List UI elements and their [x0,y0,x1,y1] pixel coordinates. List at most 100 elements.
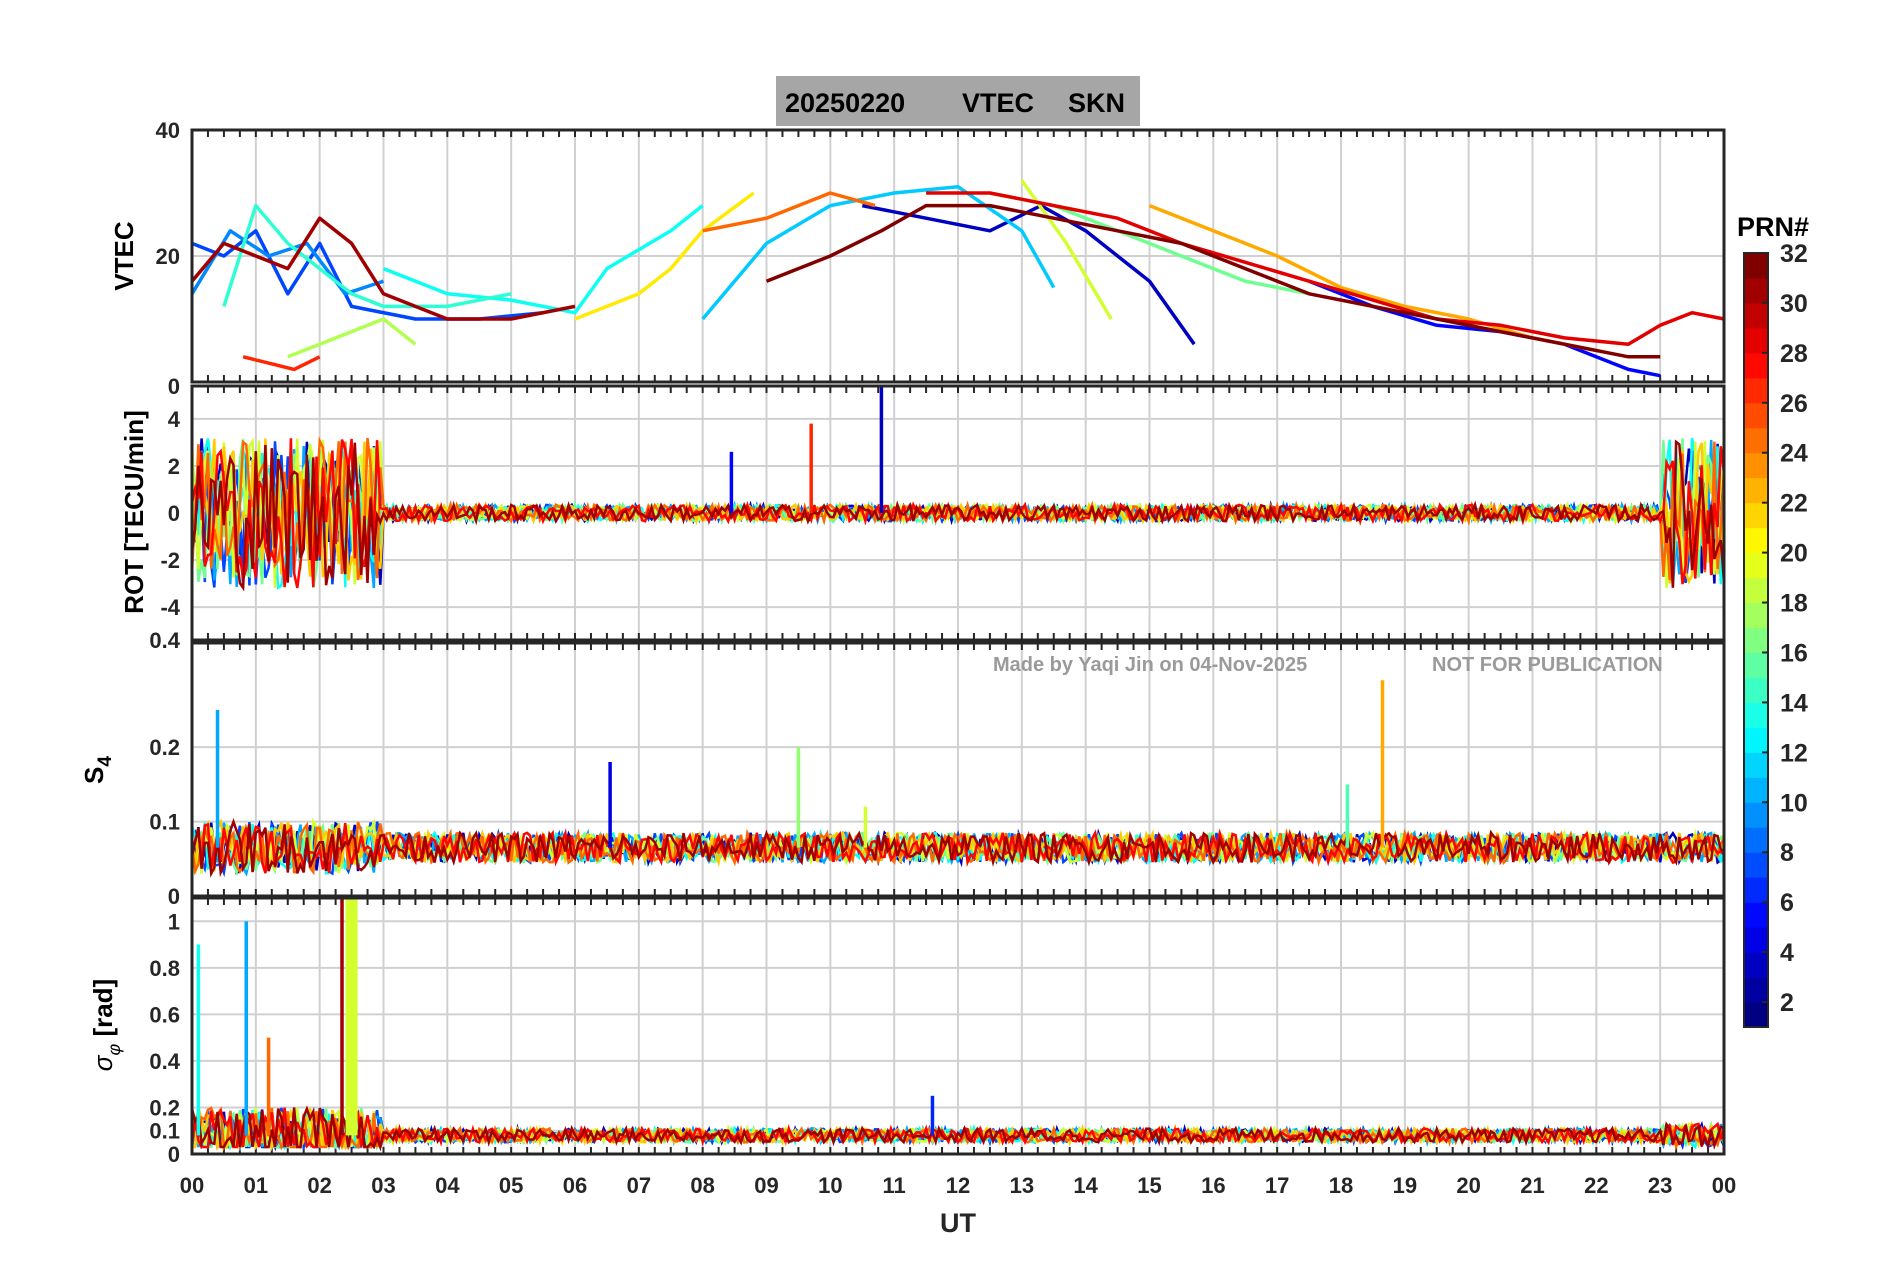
x-tick-label: 17 [1265,1173,1289,1198]
colorbar-tick-label: 28 [1780,340,1808,368]
colorbar-segment [1744,552,1768,579]
title-date: 20250220 [785,88,905,118]
x-tick-labels: 00 01 02 03 04 05 06 07 08 09 10 11 12 13 14 15 16 17 18 19… [180,1173,1736,1198]
x-tick-label: 22 [1584,1173,1608,1198]
title-station: SKN [1068,88,1125,118]
x-tick-label: 09 [754,1173,778,1198]
x-tick-label: 18 [1329,1173,1353,1198]
colorbar-segment [1744,627,1768,653]
y-tick-label: -4 [160,595,180,620]
y-tick-label: 0 [168,884,180,909]
colorbar-segment [1744,602,1768,629]
colorbar-segment [1744,302,1768,329]
colorbar-segment [1744,827,1768,853]
colorbar-segment [1744,327,1768,354]
colorbar-segment [1744,752,1768,778]
x-tick-label: 03 [371,1173,395,1198]
y-tick-label: 0.4 [149,628,180,653]
s4-ylabel: S4 [79,756,116,784]
colorbar-segment [1744,902,1768,928]
colorbar-tick-label: 4 [1780,939,1794,967]
colorbar-segment [1744,477,1768,504]
x-tick-label: 10 [818,1173,842,1198]
watermark-notice: NOT FOR PUBLICATION [1432,654,1663,676]
colorbar-segment [1744,877,1768,903]
vtec-series-prn-18 [287,317,417,359]
colorbar-tick-label: 32 [1780,240,1808,268]
colorbar-title: PRN# [1737,212,1809,242]
svg-text:S4: S4 [79,756,116,784]
y-tick-label: 0.8 [149,956,180,981]
vtec-series-prn-13 [382,204,704,315]
watermark-made-by: Made by Yaqi Jin on 04-Nov-2025 [993,654,1307,676]
colorbar-tick-label: 2 [1780,989,1794,1017]
y-tick-label: 0.1 [149,810,180,835]
colorbar-tick-label: 12 [1780,739,1808,767]
y-tick-label: 0.2 [149,1095,180,1120]
colorbar-tick-label: 24 [1780,440,1808,468]
colorbar-segment [1744,527,1768,554]
y-tick-label: 1 [168,909,180,934]
x-tick-label: 04 [435,1173,460,1198]
figure: 20250220 VTEC SKN 40 20 0 4 2 0 -2 -4 0.4 0.2 0.… [0,0,1902,1272]
x-tick-label: 11 [883,1173,906,1198]
x-tick-label: 20 [1456,1173,1480,1198]
x-tick-label: 01 [244,1173,268,1198]
svg-text:σφ [rad]: σφ [rad] [88,979,124,1071]
colorbar-tick-label: 18 [1780,590,1808,618]
colorbar-tick-label: 8 [1780,839,1794,867]
x-tick-label: 06 [563,1173,587,1198]
x-tick-label: 16 [1201,1173,1225,1198]
colorbar-segment [1744,977,1768,1003]
colorbar-tick-label: 20 [1780,540,1808,568]
x-tick-label: 05 [499,1173,523,1198]
colorbar-segment [1744,253,1768,279]
colorbar-segment [1744,952,1768,978]
colorbar-segment [1744,452,1768,479]
colorbar-segment [1744,927,1768,953]
colorbar-segment [1744,777,1768,803]
x-tick-label: 08 [690,1173,714,1198]
colorbar-tick-label: 10 [1780,789,1808,817]
colorbar-tick-label: 6 [1780,889,1794,917]
y-tick-label: 20 [156,244,180,269]
sigma-phi-panel: 1 0.8 0.6 0.4 0.20.10 [149,896,1726,1167]
colorbar-tick-label: 30 [1780,290,1808,318]
colorbar-segment [1744,1002,1768,1028]
y-tick-label: 0.6 [149,1002,180,1027]
y-tick-label: 4 [168,407,181,432]
vtec-series-prn-27 [242,355,321,372]
x-tick-label: 12 [946,1173,970,1198]
colorbar-segment [1744,277,1768,304]
colorbar-segment [1744,702,1768,728]
y-tick-label: -2 [160,548,180,573]
x-tick-label: 21 [1520,1173,1544,1198]
colorbar: 2468101214161820222426283032 [1743,240,1808,1028]
y-tick-label: 2 [168,454,180,479]
colorbar-segment [1744,652,1768,678]
vtec-panel: 40 20 [156,118,1726,384]
x-axis-label: UT [940,1208,976,1238]
y-tick-label: 40 [156,118,180,143]
x-tick-label: 14 [1073,1173,1098,1198]
rot-panel: 0 4 2 0 -2 -4 0.4 [149,374,1726,653]
colorbar-segment [1744,377,1768,404]
s4-panel: 0.2 0.1 0 [149,641,1726,909]
y-tick-label: 0.2 [149,735,180,760]
colorbar-segment [1744,677,1768,703]
x-tick-label: 02 [307,1173,331,1198]
colorbar-segment [1744,727,1768,753]
y-tick-label: 0.4 [149,1049,180,1074]
colorbar-segment [1744,852,1768,878]
sigma-phi-ylabel: σφ [rad] [88,979,124,1071]
x-tick-label: 23 [1648,1173,1672,1198]
chart-figure: 20250220 VTEC SKN 4020 0420-2-40.4 0.20.… [79,76,1809,1238]
y-tick-label: 0 [168,501,180,526]
colorbar-segment [1744,352,1768,379]
x-tick-label: 07 [627,1173,651,1198]
vtec-ylabel: VTEC [109,221,139,291]
colorbar-segment [1744,427,1768,454]
colorbar-segment [1744,402,1768,429]
vtec-series-prn-3 [861,203,1196,346]
title-product: VTEC [962,88,1034,118]
